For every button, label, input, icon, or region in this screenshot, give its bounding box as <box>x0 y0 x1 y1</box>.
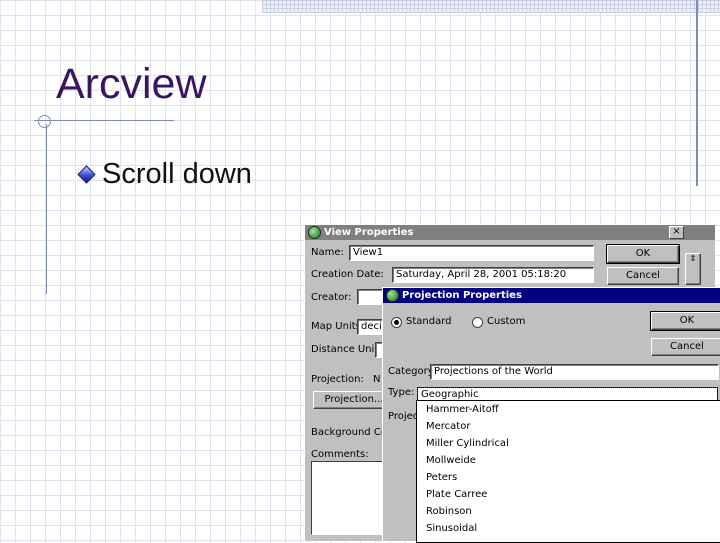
projection-properties-title: Projection Properties <box>402 290 522 301</box>
list-item[interactable]: Hammer-Aitoff <box>417 401 720 418</box>
bullet-text: Scroll down <box>102 158 252 190</box>
list-item[interactable]: Miller Cylindrical <box>417 435 720 452</box>
diamond-bullet-icon <box>77 165 96 184</box>
view-properties-title: View Properties <box>324 227 414 238</box>
category-select[interactable]: Projections of the World <box>430 364 719 380</box>
creator-label: Creator: <box>311 292 352 303</box>
list-item[interactable]: Mollweide <box>417 452 720 469</box>
arcview-globe-icon <box>308 226 321 239</box>
projection-properties-titlebar[interactable]: Projection Properties <box>383 288 720 303</box>
comments-label: Comments: <box>311 449 369 460</box>
background-color-label: Background Coo <box>311 427 394 438</box>
name-label: Name: <box>311 247 344 258</box>
arcview-globe-icon <box>386 289 399 302</box>
view-properties-titlebar[interactable]: View Properties <box>305 225 715 240</box>
list-item[interactable]: Robinson <box>417 503 720 520</box>
bullet-item: Scroll down <box>77 158 252 191</box>
creation-date-label: Creation Date: <box>311 269 384 280</box>
comments-textarea[interactable] <box>311 461 383 535</box>
standard-radio[interactable] <box>391 317 402 328</box>
list-item[interactable]: Plate Carree <box>417 486 720 503</box>
projection-section-label: Projec <box>388 411 419 422</box>
close-button[interactable]: × <box>669 226 684 239</box>
scroll-arrows-icon[interactable]: ⇕ <box>685 253 701 285</box>
left-decorative-line <box>46 124 47 294</box>
slide-title: Arcview <box>56 60 207 108</box>
title-circle-ornament <box>38 115 51 128</box>
custom-label: Custom <box>487 316 526 327</box>
list-item[interactable]: Mercator <box>417 418 720 435</box>
view-cancel-button[interactable]: Cancel <box>607 267 679 285</box>
projection-cancel-button[interactable]: Cancel <box>651 338 720 356</box>
title-underline <box>34 120 174 121</box>
type-dropdown-list[interactable]: Hammer-Aitoff Mercator Miller Cylindrica… <box>416 400 720 543</box>
custom-radio[interactable] <box>472 317 483 328</box>
projection-ok-button[interactable]: OK <box>650 311 720 331</box>
type-label: Type: <box>388 387 415 398</box>
projection-label: Projection: <box>311 374 364 385</box>
projection-value: N <box>373 374 381 385</box>
top-decorative-band <box>262 0 720 13</box>
name-input[interactable]: View1 <box>349 245 594 261</box>
list-item[interactable]: Sinusoidal <box>417 520 720 537</box>
creation-date-field[interactable]: Saturday, April 28, 2001 05:18:20 <box>392 267 594 283</box>
projection-properties-dialog: Projection Properties Standard Custom OK… <box>382 287 720 543</box>
standard-label: Standard <box>406 316 452 327</box>
right-decorative-line <box>696 0 698 186</box>
list-item[interactable]: Peters <box>417 469 720 486</box>
view-ok-button[interactable]: OK <box>606 244 680 264</box>
